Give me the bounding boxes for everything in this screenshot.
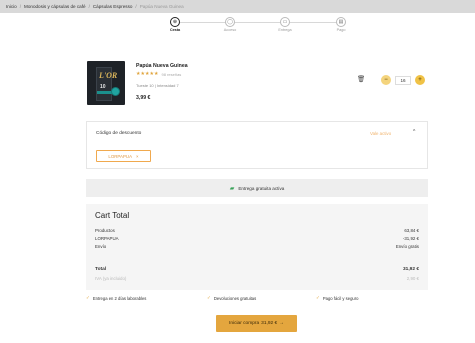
- benefit-text: Entrega en 2 días laborables: [92, 295, 147, 301]
- cart-total-title: Cart Total: [95, 211, 130, 220]
- iva-row: IVA (ya incluido) 2,90 €: [95, 276, 419, 281]
- applied-coupon-tag: LORPAPUA ×: [96, 150, 151, 162]
- summary-label: LORPAPUA: [95, 236, 119, 241]
- check-icon: ✓: [86, 295, 90, 300]
- breadcrumb-separator: /: [135, 4, 137, 9]
- review-count[interactable]: 98 reseñas: [162, 72, 182, 77]
- benefits-row: ✓ Entrega en 2 días laborables ✓ Devoluc…: [86, 295, 428, 303]
- summary-value: -31,92 €: [402, 236, 419, 241]
- summary-row: Envío Envío gratis: [95, 244, 419, 249]
- quantity-increase-button[interactable]: +: [415, 75, 425, 85]
- truck-icon: ▭: [280, 17, 290, 27]
- product-rating: ★★★★★ 98 reseñas: [136, 72, 181, 77]
- breadcrumb: Inicio / Monodosis y cápsulas de café / …: [6, 4, 184, 9]
- summary-label: Productos: [95, 228, 115, 233]
- checkout-label: Iniciar compra: [229, 321, 260, 326]
- breadcrumb-separator: /: [19, 4, 22, 9]
- discount-code-panel: Código de descuento Vale activo ^ LORPAP…: [86, 121, 428, 169]
- summary-value: Envío gratis: [395, 244, 419, 249]
- benefit-text: Devoluciones gratuitas: [213, 295, 257, 301]
- breadcrumb-current: Papúa Nueva Guinea: [139, 4, 184, 9]
- checkout-steps: ⊕ Cesta ◯ Acceso ▭ Entrega ▤ Pago: [170, 17, 346, 33]
- step-label: Pago: [336, 28, 346, 32]
- check-icon: ✓: [316, 295, 320, 300]
- summary-value: 63,84 €: [404, 228, 419, 233]
- total-value: 31,92 €: [402, 267, 419, 272]
- product-number: 10: [100, 84, 106, 90]
- truck-icon: ▰: [229, 185, 235, 192]
- iva-value: 2,90 €: [406, 276, 419, 281]
- product-price: 3,99 €: [136, 95, 151, 101]
- quantity-stepper: − 16 +: [381, 75, 425, 85]
- product-image[interactable]: L'OR 10: [87, 61, 125, 105]
- cart-total-panel: Cart Total Productos 63,84 € LORPAPUA -3…: [86, 204, 428, 290]
- trash-icon[interactable]: 🗑: [357, 76, 365, 84]
- step-entrega: ▭ Entrega: [270, 17, 300, 32]
- benefit-item: ✓ Devoluciones gratuitas: [207, 295, 256, 301]
- iva-label: IVA (ya incluido): [95, 276, 127, 281]
- free-shipping-text: Entrega gratuita activa: [238, 185, 285, 191]
- breadcrumb-monodosis[interactable]: Monodosis y cápsulas de café: [24, 4, 86, 9]
- breadcrumb-capsulas-espresso[interactable]: Cápsulas Espresso: [93, 4, 133, 9]
- start-purchase-button[interactable]: Iniciar compra 31,92 € →: [216, 315, 297, 332]
- capsule-image: [111, 87, 120, 96]
- remove-coupon-icon[interactable]: ×: [136, 154, 139, 159]
- total-label: Total: [95, 267, 107, 272]
- breadcrumb-inicio[interactable]: Inicio: [6, 4, 17, 9]
- quantity-decrease-button[interactable]: −: [381, 75, 391, 85]
- card-icon: ▤: [336, 17, 346, 27]
- step-label: Cesta: [169, 28, 181, 32]
- basket-icon: ⊕: [170, 17, 180, 27]
- free-shipping-banner: ▰ Entrega gratuita activa: [86, 179, 428, 197]
- breadcrumb-separator: /: [88, 4, 90, 9]
- summary-label: Envío: [95, 244, 107, 249]
- arrow-right-icon: →: [279, 321, 284, 326]
- steps-connector: [175, 22, 341, 23]
- checkout-amount: 31,92 €: [261, 321, 278, 326]
- benefit-text: Pago fácil y seguro: [322, 295, 359, 301]
- chevron-up-icon[interactable]: ^: [413, 129, 415, 135]
- step-acceso: ◯ Acceso: [215, 17, 245, 32]
- step-label: Entrega: [278, 28, 292, 32]
- benefit-item: ✓ Entrega en 2 días laborables: [86, 295, 146, 301]
- product-meta: Tueste 10 | Intensidad 7: [136, 83, 179, 88]
- product-name[interactable]: Papúa Nueva Guinea: [136, 63, 188, 69]
- coupon-code: LORPAPUA: [108, 153, 132, 159]
- step-pago: ▤ Pago: [326, 17, 356, 32]
- brand-logo: L'OR: [99, 71, 118, 80]
- breadcrumb-bar: Inicio / Monodosis y cápsulas de café / …: [0, 0, 475, 13]
- coupon-status: Vale activo: [370, 131, 392, 136]
- summary-row: Productos 63,84 €: [95, 228, 419, 233]
- benefit-item: ✓ Pago fácil y seguro: [316, 295, 358, 301]
- product-box: L'OR 10: [96, 67, 117, 101]
- summary-row: LORPAPUA -31,92 €: [95, 236, 419, 241]
- star-rating-icon: ★★★★★: [136, 72, 159, 77]
- discount-code-title: Código de descuento: [96, 131, 142, 136]
- quantity-value[interactable]: 16: [395, 75, 411, 85]
- total-row: Total 31,92 €: [95, 267, 419, 272]
- user-icon: ◯: [225, 17, 235, 27]
- step-label: Acceso: [223, 28, 237, 32]
- check-icon: ✓: [207, 295, 211, 300]
- step-cesta[interactable]: ⊕ Cesta: [160, 17, 190, 32]
